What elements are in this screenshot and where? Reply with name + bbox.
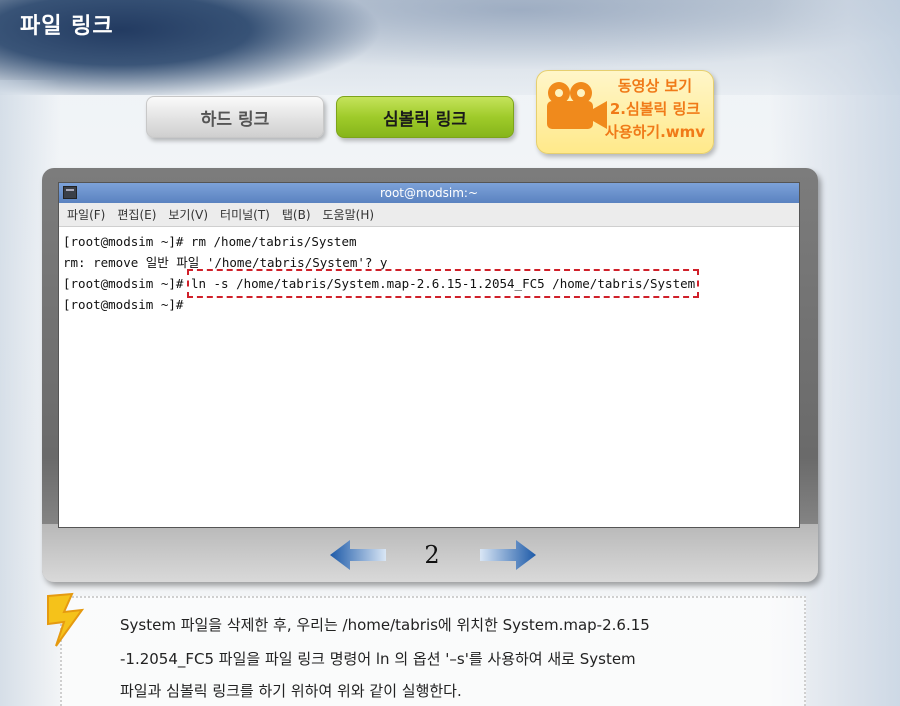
page-number: 2 [424, 541, 440, 569]
menu-file[interactable]: 파일(F) [67, 206, 105, 223]
note-line: System 파일을 삭제한 후, 우리는 /home/tabris에 위치한 … [120, 616, 650, 634]
page-title: 파일 링크 [20, 14, 114, 39]
terminal-line: rm: remove 일반 파일 '/home/tabris/System'? … [63, 255, 388, 270]
next-arrow-icon[interactable] [480, 538, 536, 572]
menu-edit[interactable]: 편집(E) [117, 206, 156, 223]
menu-view[interactable]: 보기(V) [168, 206, 208, 223]
video-label-line2: 2.심볼릭 링크 [609, 100, 701, 118]
terminal-output[interactable]: [root@modsim ~]# rm /home/tabris/System r… [59, 227, 799, 319]
previous-arrow-icon[interactable] [330, 538, 386, 572]
terminal-titlebar: root@modsim:~ [59, 183, 799, 203]
note-line: -1.2054_FC5 파일을 파일 링크 명령어 ln 의 옵션 '–s'를 … [120, 650, 636, 668]
lightning-icon [47, 592, 85, 647]
terminal-line: [root@modsim ~]# ln -s /home/tabris/Syst… [63, 269, 795, 298]
menu-terminal[interactable]: 터미널(T) [220, 206, 270, 223]
menu-tabs[interactable]: 탭(B) [282, 206, 311, 223]
highlighted-ln-command: ln -s /home/tabris/System.map-2.6.15-1.2… [186, 269, 700, 298]
terminal-menubar: 파일(F) 편집(E) 보기(V) 터미널(T) 탭(B) 도움말(H) [59, 203, 799, 227]
terminal-window: root@modsim:~ 파일(F) 편집(E) 보기(V) 터미널(T) 탭… [58, 182, 800, 528]
video-label-line3: 사용하기.wmv [604, 123, 706, 141]
terminal-title: root@modsim:~ [379, 186, 479, 200]
terminal-line: [root@modsim ~]# [63, 297, 184, 312]
terminal-panel: root@modsim:~ 파일(F) 편집(E) 보기(V) 터미널(T) 탭… [42, 168, 818, 582]
window-menu-icon[interactable] [63, 186, 77, 199]
watch-video-button[interactable]: 동영상 보기 2.심볼릭 링크 사용하기.wmv [536, 70, 714, 154]
tab-symbolic-link[interactable]: 심볼릭 링크 [336, 96, 514, 138]
video-label-line1: 동영상 보기 [617, 77, 693, 95]
note-line: 파일과 심볼릭 링크를 하기 위하여 위와 같이 실행한다. [120, 682, 462, 700]
tab-hard-link[interactable]: 하드 링크 [146, 96, 324, 138]
header-background [0, 0, 900, 95]
menu-help[interactable]: 도움말(H) [323, 206, 375, 223]
terminal-prompt: [root@modsim ~]# [63, 276, 191, 291]
explanation-box: System 파일을 삭제한 후, 우리는 /home/tabris에 위치한 … [60, 596, 806, 706]
terminal-line: [root@modsim ~]# rm /home/tabris/System [63, 234, 357, 249]
